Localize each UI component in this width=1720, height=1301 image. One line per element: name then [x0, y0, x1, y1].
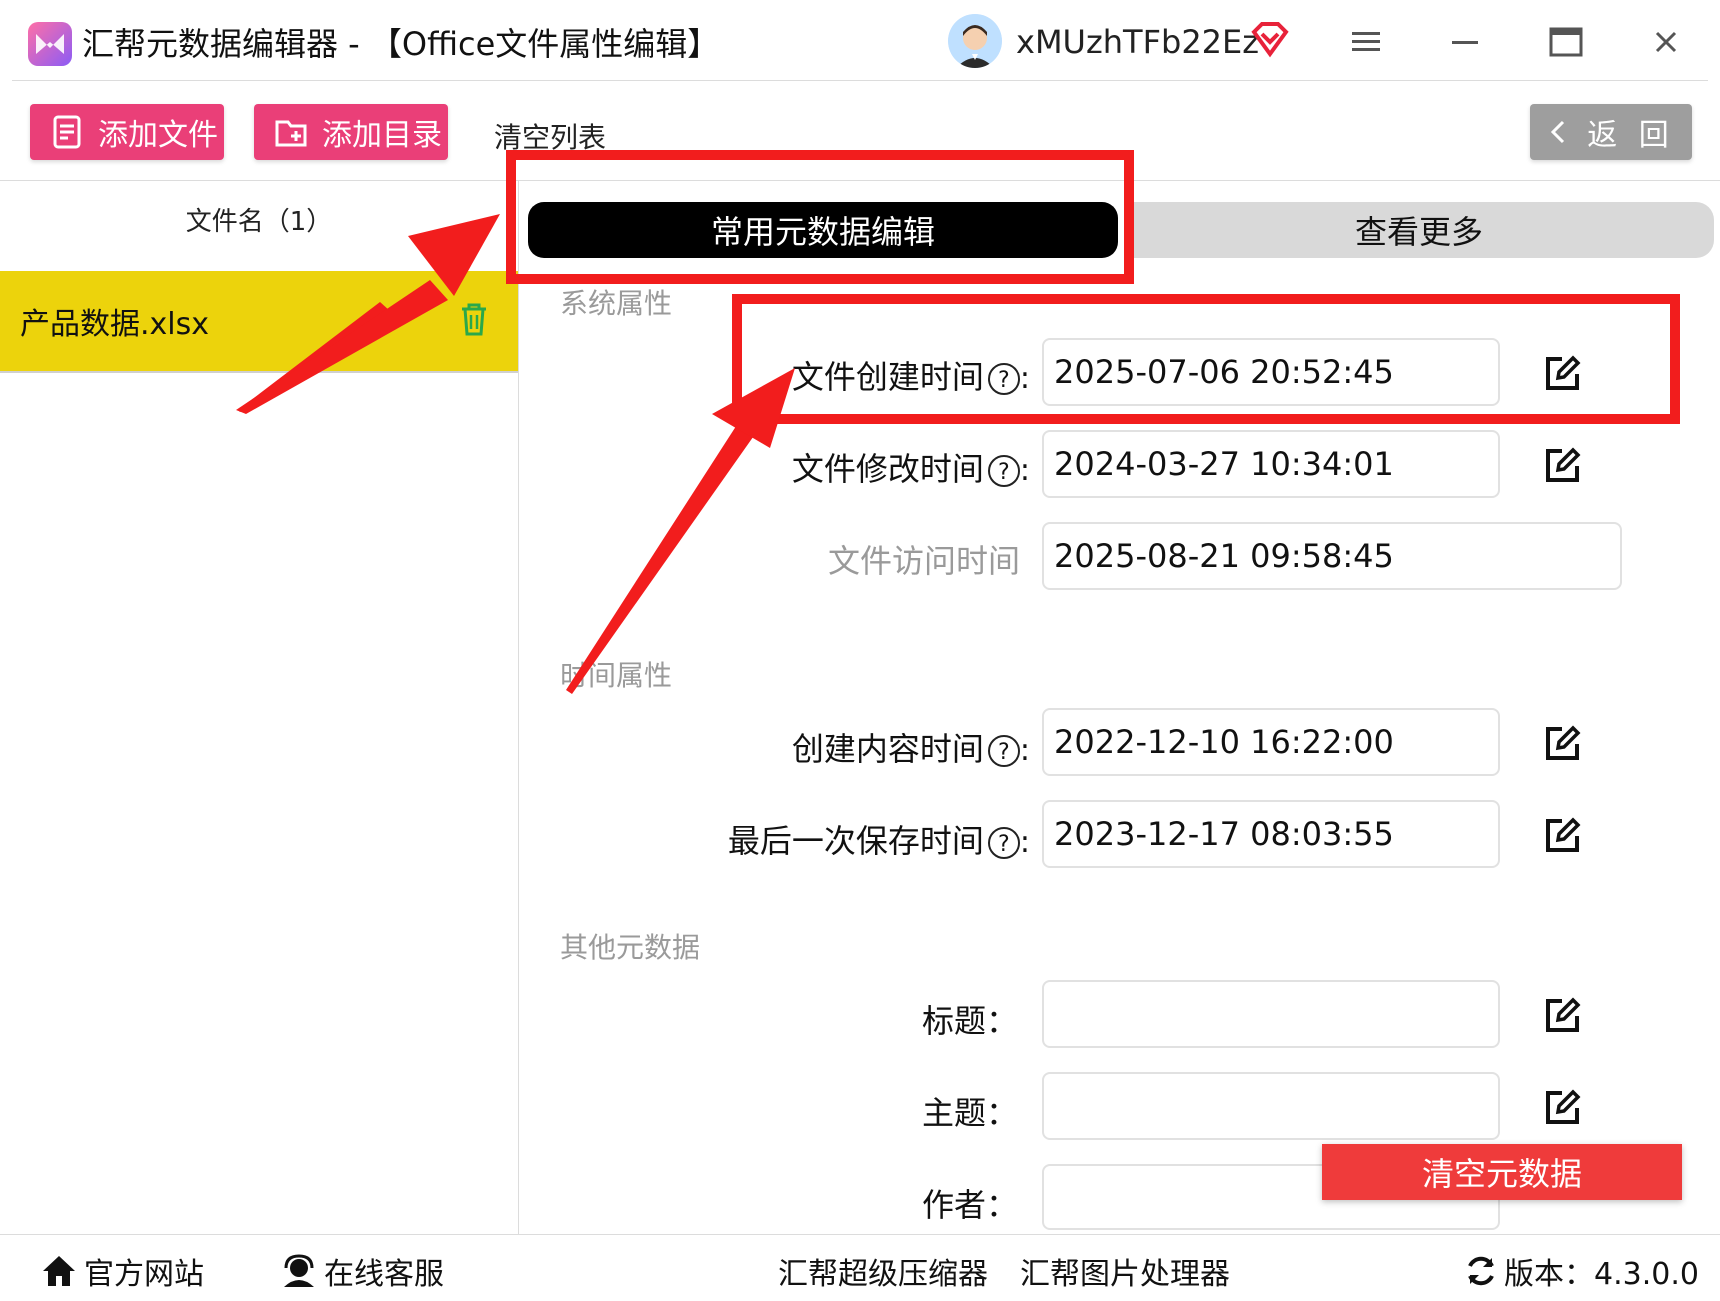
annotation-arrows	[236, 214, 795, 694]
annotation-arrow-to-field	[566, 368, 795, 694]
annotation-arrow-to-tab	[236, 214, 500, 414]
